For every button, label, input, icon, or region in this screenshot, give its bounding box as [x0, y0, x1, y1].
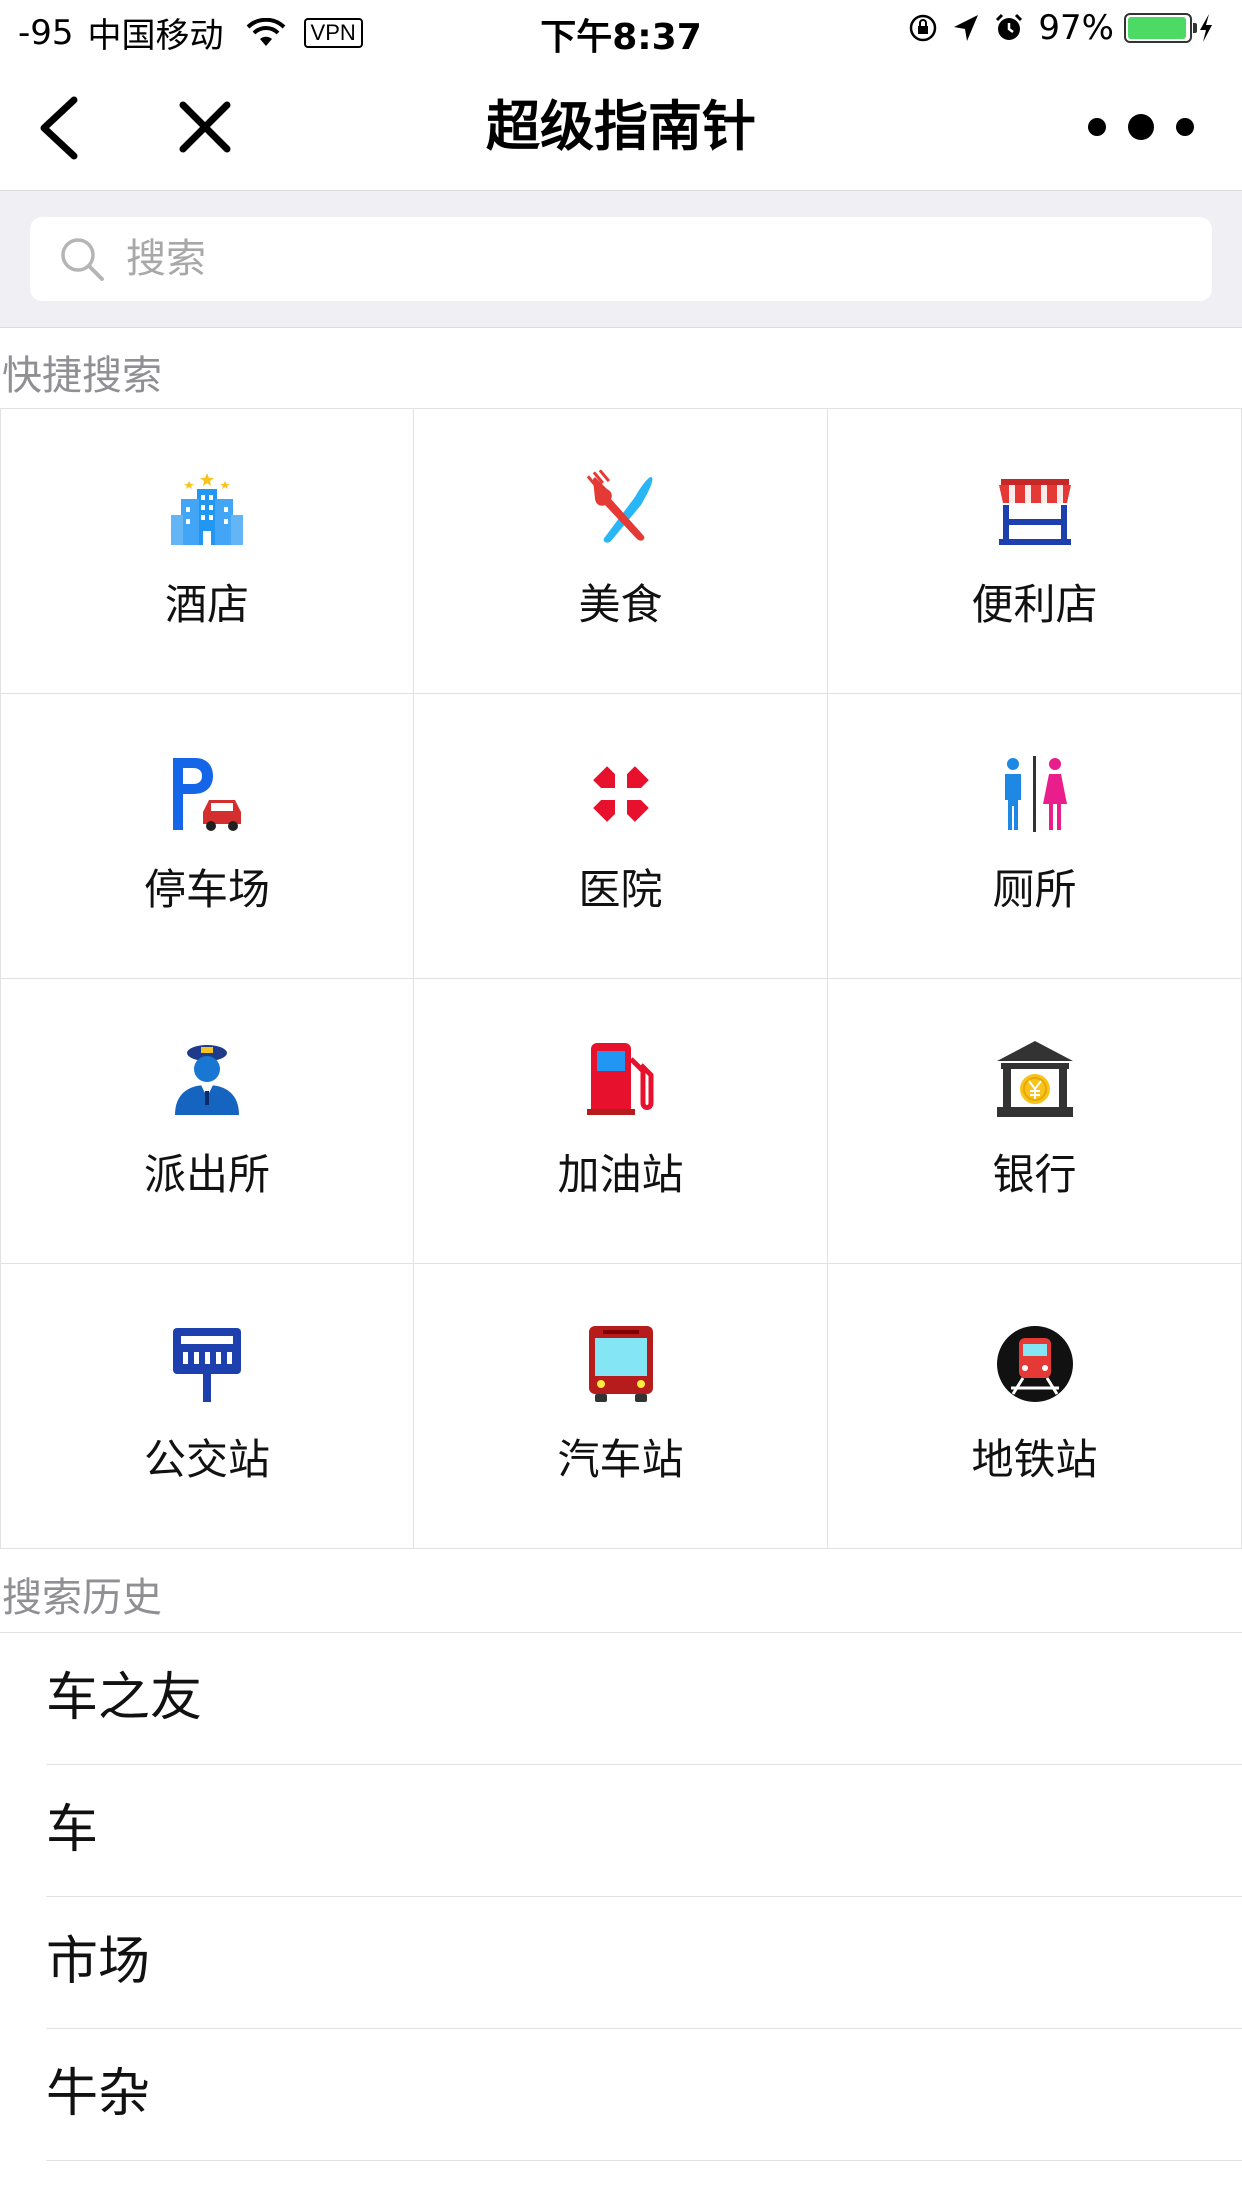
quick-item-label: 停车场: [143, 865, 270, 914]
search-history-list: 车之友 车 市场 牛杂: [0, 1632, 1242, 2161]
quick-search-header: 快捷搜索: [2, 353, 162, 399]
search-area: [0, 191, 1242, 328]
battery-fill: [1128, 17, 1187, 39]
bus-stop-icon: [173, 1328, 241, 1402]
quick-item-label: 酒店: [164, 580, 249, 629]
food-icon: [586, 469, 652, 543]
quick-item-bus-station[interactable]: 汽车站: [414, 1264, 828, 1549]
quick-item-subway[interactable]: 地铁站: [828, 1264, 1242, 1549]
quick-item-convenience-store[interactable]: 便利店: [828, 409, 1242, 694]
bank-icon: [996, 1041, 1073, 1117]
search-history-header: 搜索历史: [2, 1575, 162, 1621]
battery-percent: 97%: [1038, 8, 1114, 48]
gas-station-icon: [586, 1043, 653, 1115]
hospital-icon: [592, 766, 649, 822]
quick-item-gas-station[interactable]: 加油站: [414, 979, 828, 1264]
status-bar: -95 中国移动 VPN 下午8:37 97%: [0, 0, 1242, 62]
status-right: 97%: [908, 8, 1228, 48]
alarm-icon: [996, 13, 1023, 40]
subway-icon: [996, 1326, 1073, 1402]
quick-item-police[interactable]: 派出所: [0, 979, 414, 1264]
quick-item-label: 美食: [578, 580, 663, 629]
nav-bar: 超级指南针: [0, 62, 1242, 191]
quick-item-bus-stop[interactable]: 公交站: [0, 1264, 414, 1549]
hotel-icon: [171, 473, 243, 545]
search-icon: [61, 238, 104, 281]
quick-item-hotel[interactable]: 酒店: [0, 409, 414, 694]
quick-item-label: 便利店: [971, 580, 1098, 629]
quick-item-label: 医院: [578, 865, 663, 914]
more-dots-icon[interactable]: [1082, 107, 1200, 147]
quick-item-label: 汽车站: [557, 1435, 684, 1484]
quick-item-label: 派出所: [143, 1150, 270, 1199]
quick-item-label: 公交站: [143, 1435, 270, 1484]
quick-item-food[interactable]: 美食: [414, 409, 828, 694]
search-input[interactable]: [124, 235, 1212, 283]
quick-item-hospital[interactable]: 医院: [414, 694, 828, 979]
battery-nub: [1193, 23, 1197, 33]
parking-icon: [173, 758, 241, 831]
quick-item-toilet[interactable]: 厕所: [828, 694, 1242, 979]
history-item[interactable]: 牛杂: [46, 2029, 1242, 2161]
page-title: 超级指南针: [486, 95, 756, 158]
convenience-store-icon: [998, 479, 1071, 545]
quick-search-grid: 酒店 美食 便利店 停车场 医院 厕所 派出所 加油站 银行 公交站 汽车站 地…: [0, 408, 1242, 1549]
bus-station-icon: [588, 1326, 653, 1402]
history-item[interactable]: 车之友: [46, 1633, 1242, 1765]
history-item[interactable]: 市场: [46, 1897, 1242, 2029]
quick-item-label: 地铁站: [971, 1435, 1098, 1484]
charging-bolt-icon: [1200, 14, 1212, 42]
police-icon: [175, 1045, 239, 1115]
search-box[interactable]: [30, 217, 1212, 301]
quick-item-label: 银行: [992, 1150, 1077, 1199]
quick-item-bank[interactable]: 银行: [828, 979, 1242, 1264]
quick-item-label: 厕所: [992, 865, 1077, 914]
battery-icon: [1124, 13, 1197, 43]
history-item[interactable]: 车: [46, 1765, 1242, 1897]
orientation-lock-icon: [910, 14, 937, 42]
location-arrow-icon: [954, 15, 979, 41]
quick-item-label: 加油站: [557, 1150, 684, 1199]
quick-item-parking[interactable]: 停车场: [0, 694, 414, 979]
toilet-icon: [1004, 756, 1067, 832]
